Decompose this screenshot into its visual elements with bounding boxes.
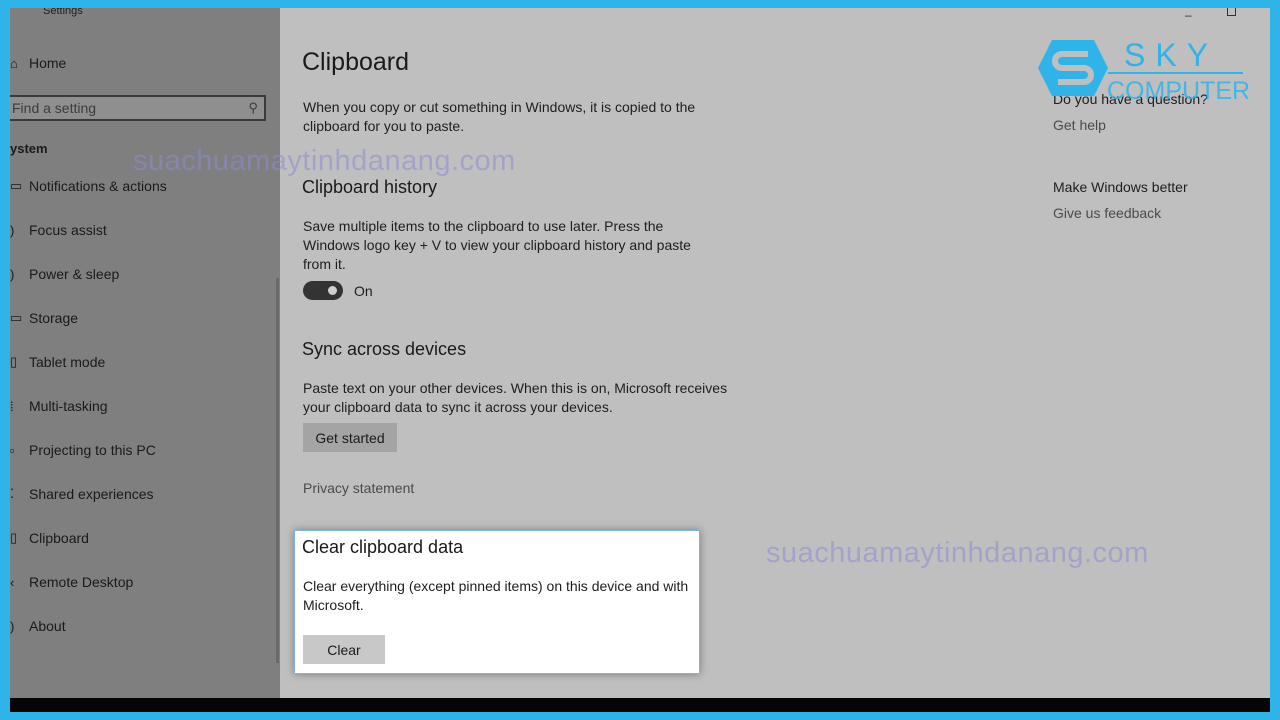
sidebar-item-about[interactable]: ) About: [10, 611, 270, 641]
sidebar-item-label: About: [29, 618, 66, 634]
home-icon: ⌂: [10, 55, 18, 71]
sidebar-item-label: Storage: [29, 310, 79, 326]
get-started-button[interactable]: Get started: [303, 423, 397, 452]
watermark: suachuamaytinhdanang.com: [766, 537, 1149, 569]
sidebar-item-label: Remote Desktop: [29, 574, 134, 590]
maximize-button[interactable]: [1227, 8, 1236, 16]
history-desc: Save multiple items to the clipboard to …: [303, 218, 691, 272]
sidebar-item-label: Projecting to this PC: [29, 442, 156, 458]
toggle-state: On: [354, 283, 373, 299]
sidebar-item-multi-tasking[interactable]: ⁞ Multi-tasking: [10, 391, 270, 421]
section-heading: ystem: [10, 141, 48, 156]
sync-desc: Paste text on your other devices. When t…: [303, 380, 728, 415]
sync-heading: Sync across devices: [302, 339, 467, 359]
intro-text: When you copy or cut something in Window…: [303, 99, 696, 134]
sidebar-item-clipboard[interactable]: ▯ Clipboard: [10, 523, 270, 553]
taskbar: [10, 698, 1270, 712]
sidebar-item-power-sleep[interactable]: ) Power & sleep: [10, 259, 270, 289]
clear-desc: Clear everything (except pinned items) o…: [303, 578, 689, 613]
sidebar-item-label: Power & sleep: [29, 266, 120, 282]
feedback-link[interactable]: Give us feedback: [1053, 205, 1161, 221]
shared-icon: ⁚: [10, 486, 15, 501]
projector-icon: ▫: [10, 442, 15, 458]
page-title: Clipboard: [302, 48, 410, 76]
sky-computer-logo: SKY COMPUTER: [1038, 37, 1248, 105]
sidebar-item-label: Focus assist: [29, 222, 107, 238]
sidebar: Settings ⌂ Home Find a setting ⚲ ystem ▭ No…: [10, 8, 280, 698]
window-title: Settings: [43, 8, 83, 17]
sidebar-item-projecting-to-this-pc[interactable]: ▫ Projecting to this PC: [10, 435, 270, 465]
sidebar-item-focus-assist[interactable]: ) Focus assist: [10, 215, 270, 245]
sidebar-item-label: Multi-tasking: [29, 398, 108, 414]
watermark: suachuamaytinhdanang.com: [133, 145, 516, 177]
search-icon: ⚲: [248, 100, 258, 115]
minimize-button[interactable]: –: [1185, 8, 1192, 22]
remote-icon: ‹: [10, 574, 15, 590]
tablet-icon: ▯: [10, 354, 18, 369]
get-help-link[interactable]: Get help: [1053, 117, 1106, 133]
make-better-text: Make Windows better: [1053, 179, 1188, 195]
sidebar-item-label: Shared experiences: [29, 486, 154, 502]
search-input[interactable]: Find a setting ⚲: [10, 95, 266, 121]
sidebar-item-remote-desktop[interactable]: ‹ Remote Desktop: [10, 567, 270, 597]
history-toggle[interactable]: [303, 281, 343, 300]
clear-heading: Clear clipboard data: [302, 537, 464, 557]
sidebar-item-shared-experiences[interactable]: ⁚ Shared experiences: [10, 479, 270, 509]
history-heading: Clipboard history: [302, 177, 438, 197]
multitasking-icon: ⁞: [10, 398, 14, 414]
notification-icon: ▭: [10, 178, 23, 193]
sidebar-scrollbar[interactable]: [276, 278, 279, 663]
svg-text:SKY: SKY: [1124, 37, 1218, 73]
moon-icon: ): [10, 222, 15, 238]
home-label: Home: [29, 55, 67, 71]
sidebar-item-label: Notifications & actions: [29, 178, 167, 194]
clipboard-icon: ▯: [10, 530, 18, 545]
storage-icon: ▭: [10, 310, 23, 325]
sidebar-item-storage[interactable]: ▭ Storage: [10, 303, 270, 333]
toggle-knob: [328, 286, 337, 295]
power-icon: ): [10, 266, 15, 282]
sidebar-item-tablet-mode[interactable]: ▯ Tablet mode: [10, 347, 270, 377]
clear-clipboard-section: Clear clipboard data Clear everything (e…: [294, 530, 700, 674]
sidebar-item-label: Tablet mode: [29, 354, 106, 370]
settings-window: Settings ⌂ Home Find a setting ⚲ ystem ▭ No…: [10, 8, 1270, 712]
sidebar-home[interactable]: ⌂ Home: [10, 48, 270, 78]
sidebar-item-label: Clipboard: [29, 530, 89, 546]
svg-text:COMPUTER: COMPUTER: [1107, 77, 1248, 105]
clear-button[interactable]: Clear: [303, 635, 385, 664]
privacy-link[interactable]: Privacy statement: [303, 480, 414, 496]
info-icon: ): [10, 618, 15, 634]
search-placeholder: Find a setting: [12, 100, 97, 116]
